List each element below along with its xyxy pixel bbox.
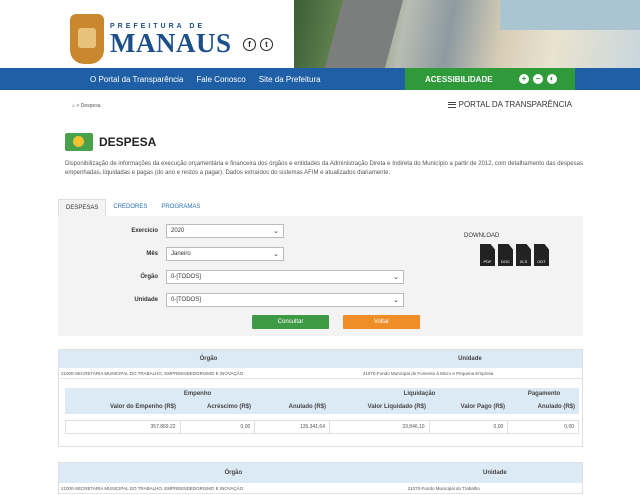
col-valor-pago: Valor Pago (R$) (460, 404, 505, 410)
exercicio-select[interactable]: 2020 ⌄ (166, 224, 284, 238)
filter-panel: Exercício 2020 ⌄ Mês Janeiro ⌄ Órgão 0-[TO… (58, 216, 583, 336)
doc-file-icon[interactable]: DOC (498, 244, 513, 266)
liquidacao-group: Liquidação (403, 391, 436, 397)
mes-label: Mês (146, 251, 158, 257)
orgao-header: Órgão (224, 470, 243, 476)
anulado-pago: 0,00 (564, 424, 575, 430)
table-row[interactable]: 21000-SECRETARIA MUNICIPAL DO TRABALHO, … (59, 368, 582, 379)
home-icon[interactable]: ⌂ (72, 103, 75, 109)
exercicio-label: Exercício (131, 228, 158, 234)
twitter-icon[interactable]: t (260, 38, 273, 51)
odt-file-icon[interactable]: ODT (534, 244, 549, 266)
decrease-font-icon[interactable]: − (533, 74, 543, 84)
increase-font-icon[interactable]: + (519, 74, 529, 84)
brand-city: MANAUS (110, 27, 232, 58)
voltar-button[interactable]: Voltar (343, 315, 420, 329)
page-header: DESPESA (65, 133, 156, 151)
page-description: Disponibilização de informações da execu… (65, 161, 583, 176)
consultar-button[interactable]: Consultar (252, 315, 329, 329)
manaus-logo[interactable]: PREFEITURA DE MANAUS (70, 14, 232, 64)
col-valor-liquidado: Valor Liquidado (R$) (367, 404, 426, 410)
unidade-label: Unidade (134, 297, 158, 303)
breadcrumb-current[interactable]: Despesa (81, 103, 101, 109)
empenho-group: Empenho (183, 391, 212, 397)
breadcrumb-bar: ⌂ > Despesa PORTAL DA TRANSPARÊNCIA (0, 90, 640, 120)
nav-contact[interactable]: Fale Conosco (196, 75, 245, 84)
accessibility-bar: ACESSIBILIDADE + − ◐ (405, 68, 575, 90)
contrast-icon[interactable]: ◐ (547, 74, 557, 84)
header-photo (294, 0, 640, 68)
chevron-down-icon: ⌄ (273, 228, 279, 235)
table-row[interactable]: 21000-SECRETARIA MUNICIPAL DO TRABALHO, … (59, 483, 582, 494)
facebook-icon[interactable]: f (243, 38, 256, 51)
menu-icon (447, 101, 456, 108)
result-header: Órgão Unidade (59, 350, 582, 368)
page-title: DESPESA (99, 135, 157, 149)
xls-file-icon[interactable]: XLS (516, 244, 531, 266)
portal-menu[interactable]: PORTAL DA TRANSPARÊNCIA (447, 100, 572, 109)
anulado: 135.341,64 (255, 421, 330, 433)
tab-bar: DESPESAS CREDORES PROGRAMAS (58, 199, 207, 216)
col-anulado-pago: Anulado (R$) (537, 404, 575, 410)
chevron-down-icon: ⌄ (393, 297, 399, 304)
col-acrescimo: Acréscimo (R$) (206, 404, 251, 410)
site-header: PREFEITURA DE MANAUS f t (0, 0, 640, 68)
top-nav: O Portal da Transparência Fale Conosco S… (0, 68, 640, 90)
valor-pago: 0,00 (430, 421, 509, 433)
unidade-header: Unidade (483, 470, 507, 476)
chevron-down-icon: ⌄ (273, 251, 279, 258)
col-anulado: Anulado (R$) (288, 404, 326, 410)
orgao-header: Órgão (199, 356, 218, 362)
orgao-select[interactable]: 0-[TODOS] ⌄ (166, 270, 404, 284)
result-block: Órgão Unidade 21000-SECRETARIA MUNICIPAL… (58, 349, 583, 447)
acrescimo: 0,00 (181, 421, 256, 433)
table-row[interactable]: 357.869,22 0,00 135.341,64 33.846,10 0,0… (65, 420, 579, 434)
tab-despesas[interactable]: DESPESAS (58, 199, 107, 216)
unidade-select[interactable]: 0-[TODOS] ⌄ (166, 293, 404, 307)
orgao-label: Órgão (140, 274, 158, 280)
breadcrumb: ⌂ > Despesa (72, 103, 101, 109)
unidade-value: 21070-Fundo Municipal de Fomento à Micro… (362, 370, 494, 376)
unidade-value: 21070-Fundo Municipal do Trabalho (407, 485, 480, 491)
tab-credores[interactable]: CREDORES (106, 199, 154, 216)
money-icon (65, 133, 93, 151)
nav-portal[interactable]: O Portal da Transparência (90, 75, 183, 84)
chevron-down-icon: ⌄ (393, 274, 399, 281)
social-links: f t (243, 38, 273, 51)
result-block: Órgão Unidade 21000-SECRETARIA MUNICIPAL… (58, 462, 583, 495)
orgao-value: 21000-SECRETARIA MUNICIPAL DO TRABALHO, … (61, 485, 244, 491)
orgao-value: 21000-SECRETARIA MUNICIPAL DO TRABALHO, … (61, 370, 244, 376)
values-table: Empenho Liquidação Pagamento Valor do Em… (65, 388, 579, 434)
col-valor-empenho: Valor do Empenho (R$) (109, 404, 176, 410)
tab-programas[interactable]: PROGRAMAS (154, 199, 207, 216)
coat-of-arms-icon (70, 14, 104, 64)
nav-city-site[interactable]: Site da Prefeitura (259, 75, 321, 84)
unidade-header: Unidade (458, 356, 482, 362)
valor-liquidado: 33.846,10 (330, 421, 430, 433)
portal-menu-label: PORTAL DA TRANSPARÊNCIA (458, 100, 572, 109)
download-label: DOWNLOAD (464, 233, 500, 239)
pdf-file-icon[interactable]: PDF (480, 244, 495, 266)
pagamento-group: Pagamento (527, 391, 561, 397)
result-header: Órgão Unidade (59, 463, 582, 483)
valor-empenho: 357.869,22 (66, 421, 181, 433)
mes-select[interactable]: Janeiro ⌄ (166, 247, 284, 261)
accessibility-label: ACESSIBILIDADE (425, 74, 493, 84)
download-files: PDF DOC XLS ODT (480, 244, 549, 266)
